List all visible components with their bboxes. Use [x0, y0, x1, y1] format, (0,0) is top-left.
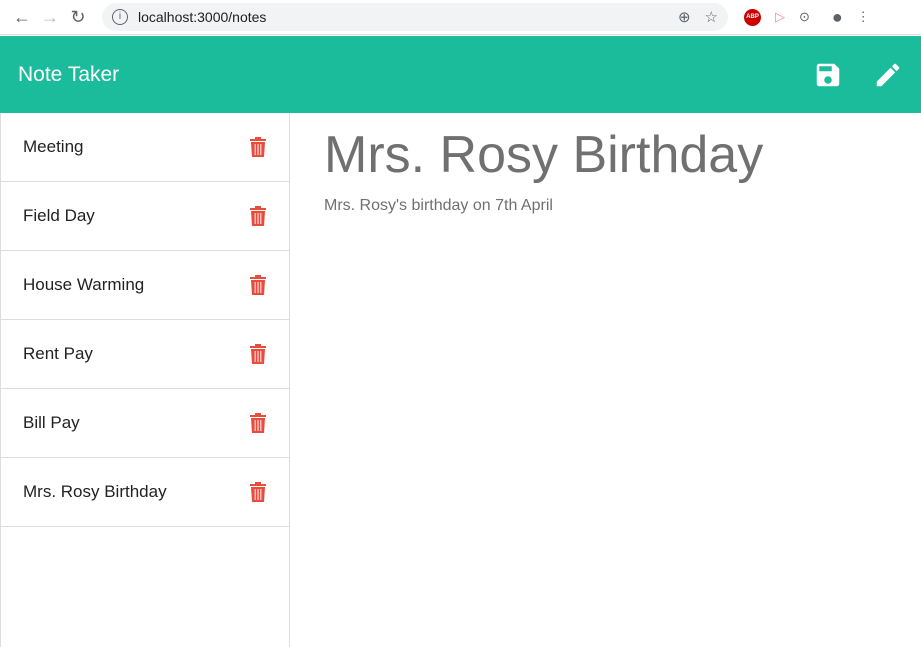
note-list-item[interactable]: Rent Pay [1, 320, 289, 389]
trash-icon[interactable] [249, 275, 267, 295]
save-icon[interactable] [813, 60, 843, 90]
zoom-icon[interactable]: ⊕ [678, 8, 691, 26]
note-list-title[interactable]: Bill Pay [23, 413, 249, 433]
profile-icon[interactable]: ● [832, 7, 843, 28]
edit-icon[interactable] [873, 60, 903, 90]
adblock-icon[interactable]: ABP [744, 8, 761, 26]
note-list-item[interactable]: Field Day [1, 182, 289, 251]
info-icon[interactable]: i [112, 9, 128, 25]
note-list-item[interactable]: Bill Pay [1, 389, 289, 458]
app-title: Note Taker [18, 62, 120, 86]
star-icon[interactable]: ☆ [705, 8, 718, 26]
trash-icon[interactable] [249, 344, 267, 364]
reload-icon[interactable]: ↻ [64, 7, 92, 28]
browser-toolbar: ← → ↻ i localhost:3000/notes ⊕ ☆ ABP ▷ ⊙… [0, 0, 921, 35]
address-bar[interactable]: i localhost:3000/notes ⊕ ☆ [102, 3, 728, 31]
note-list-title[interactable]: Rent Pay [23, 344, 249, 364]
note-list-title[interactable]: Mrs. Rosy Birthday [23, 482, 249, 502]
note-list-item[interactable]: Mrs. Rosy Birthday [1, 458, 289, 527]
note-title[interactable]: Mrs. Rosy Birthday [324, 125, 887, 185]
extension-icon[interactable]: ▷ [775, 9, 785, 25]
note-list-item[interactable]: Meeting [1, 113, 289, 182]
note-list-title[interactable]: House Warming [23, 275, 249, 295]
note-list-title[interactable]: Meeting [23, 137, 249, 157]
url-text[interactable]: localhost:3000/notes [138, 9, 664, 25]
notes-list: Meeting Field Day House Warming Rent Pay Bil… [0, 113, 290, 647]
back-icon[interactable]: ← [8, 7, 36, 28]
trash-icon[interactable] [249, 137, 267, 157]
forward-icon[interactable]: → [36, 7, 64, 28]
note-list-item[interactable]: House Warming [1, 251, 289, 320]
extension-icon-2[interactable]: ⊙ [799, 9, 810, 25]
menu-icon[interactable]: ⋮ [857, 9, 870, 25]
trash-icon[interactable] [249, 413, 267, 433]
note-text[interactable]: Mrs. Rosy's birthday on 7th April [324, 197, 887, 215]
app-header: Note Taker [0, 36, 921, 113]
trash-icon[interactable] [249, 206, 267, 226]
trash-icon[interactable] [249, 482, 267, 502]
note-view: Mrs. Rosy Birthday Mrs. Rosy's birthday … [290, 113, 921, 647]
note-list-title[interactable]: Field Day [23, 206, 249, 226]
